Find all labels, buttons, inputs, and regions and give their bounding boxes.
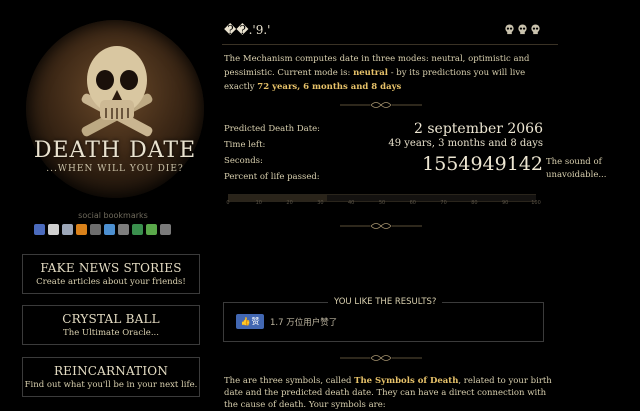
page-heading: ��.'9.'	[224, 23, 271, 37]
progress-tick: 50	[378, 200, 386, 206]
progress-tick-labels: 0 10 20 30 40 50 60 70 80 90 100	[226, 200, 540, 210]
technorati-icon[interactable]	[90, 224, 101, 235]
skull-logo-icon	[81, 46, 153, 137]
blinklist-icon[interactable]	[132, 224, 143, 235]
ornament-divider	[340, 355, 422, 361]
logo-subtitle: ...WHEN WILL YOU DIE?	[46, 164, 184, 174]
promo-subtitle: Create articles about your friends!	[36, 277, 186, 287]
seconds-caption: The sound of unavoidable...	[546, 157, 607, 180]
death-date-value: 2 september 2066	[414, 121, 543, 137]
social-bookmarks-label: social bookmarks	[78, 211, 148, 220]
magnolia-icon[interactable]	[146, 224, 157, 235]
progress-tick: 0	[226, 200, 230, 206]
skull-icon[interactable]	[517, 24, 528, 35]
thumbs-up-icon: 👍	[240, 317, 251, 326]
promo-title: REINCARNATION	[53, 364, 169, 378]
skull-icon[interactable]	[530, 24, 541, 35]
facebook-like-button[interactable]: 👍 赞	[236, 314, 264, 329]
promo-title: FAKE NEWS STORIES	[40, 261, 182, 275]
seconds-counter: 1554949142	[422, 153, 543, 175]
progress-tick: 90	[502, 200, 509, 206]
percent-label: Percent of life passed:	[224, 172, 320, 182]
digg-icon[interactable]	[48, 224, 59, 235]
progress-tick: 10	[255, 200, 262, 206]
ornament-divider	[340, 223, 422, 229]
progress-tick: 60	[409, 200, 416, 206]
like-panel-title: YOU LIKE THE RESULTS?	[328, 297, 443, 307]
furl-icon[interactable]	[118, 224, 129, 235]
promo-subtitle: Find out what you'll be in your next lif…	[24, 380, 198, 390]
like-count: 1.7 万位用户赞了	[270, 318, 338, 328]
reddit-icon[interactable]	[76, 224, 87, 235]
like-button-label: 赞	[251, 317, 260, 326]
promo-fake-news[interactable]: FAKE NEWS STORIES Create articles about …	[22, 254, 200, 294]
lifespan-value: 72 years, 6 months and 8 days	[257, 82, 402, 92]
progress-tick: 30	[317, 200, 324, 206]
promo-subtitle: The Ultimate Oracle...	[63, 328, 159, 338]
delicious-icon[interactable]	[34, 224, 45, 235]
progress-tick: 20	[286, 200, 293, 206]
yahoo-icon[interactable]	[160, 224, 171, 235]
current-mode: neutral	[353, 68, 388, 78]
newsvine-icon[interactable]	[104, 224, 115, 235]
promo-title: CRYSTAL BALL	[62, 312, 160, 326]
symbols-of-death-link[interactable]: The Symbols of Death	[354, 376, 458, 386]
symbols-intro-text: The are three symbols, called The Symbol…	[224, 376, 552, 410]
time-left-value: 49 years, 3 months and 8 days	[388, 138, 543, 149]
promo-crystal-ball[interactable]: CRYSTAL BALL The Ultimate Oracle...	[22, 305, 200, 345]
death-date-label: Predicted Death Date:	[224, 124, 321, 134]
skull-icon[interactable]	[504, 24, 515, 35]
time-left-label: Time left:	[224, 140, 266, 150]
ornament-divider	[340, 102, 422, 108]
progress-tick: 70	[440, 200, 447, 206]
heading-divider	[222, 44, 558, 45]
logo-title: DEATH DATE	[33, 138, 197, 163]
social-bookmarks-bar	[34, 224, 171, 235]
progress-tick: 80	[471, 200, 478, 206]
progress-tick: 40	[348, 200, 355, 206]
mode-skulls	[504, 24, 541, 35]
progress-tick: 100	[531, 200, 541, 206]
stumbleupon-icon[interactable]	[62, 224, 73, 235]
promo-reincarnation[interactable]: REINCARNATION Find out what you'll be in…	[22, 357, 200, 397]
seconds-label: Seconds:	[224, 156, 263, 166]
intro-text: The Mechanism computes date in three mod…	[224, 54, 530, 92]
